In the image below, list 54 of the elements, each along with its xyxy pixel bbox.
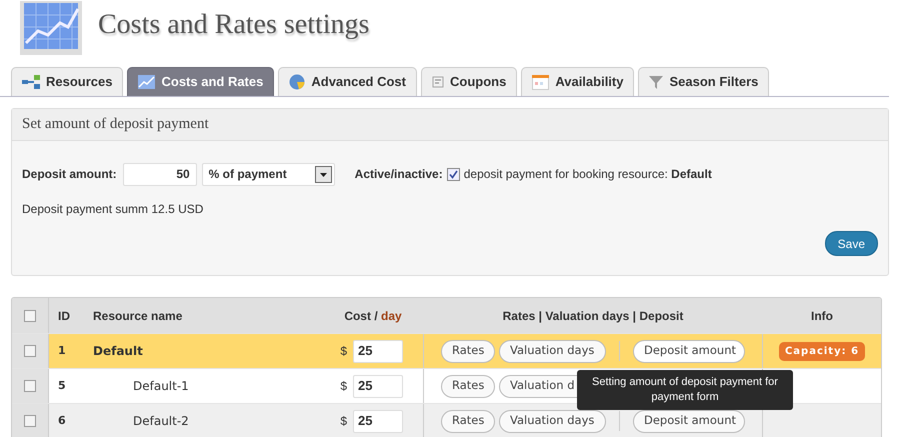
- cost-field[interactable]: 25: [353, 340, 403, 362]
- tab[interactable]: Season Filters: [638, 67, 770, 96]
- line-chart-logo-icon: [20, 1, 82, 55]
- save-button[interactable]: Save: [824, 231, 878, 256]
- pill-button[interactable]: Deposit amount: [633, 410, 745, 432]
- page-title: Costs and Rates settings: [98, 8, 370, 42]
- cost-field[interactable]: 25: [353, 374, 403, 398]
- table-cell-text: 1: [57, 342, 67, 359]
- chart-icon: [138, 75, 156, 89]
- column-header: Info: [810, 308, 834, 324]
- column-header: Resource name: [92, 308, 184, 324]
- pill-button[interactable]: Valuation days: [499, 340, 606, 362]
- funnel-icon: [649, 74, 664, 90]
- deposit-type-dropdown[interactable]: % of payment: [202, 162, 335, 186]
- calendar-icon: [532, 74, 550, 90]
- currency-symbol: $: [340, 413, 347, 430]
- tab[interactable]: Advanced Cost: [278, 67, 417, 96]
- table-cell-text: Default: [92, 343, 144, 360]
- blocks-icon: [22, 75, 40, 89]
- cost-field[interactable]: 25: [353, 410, 403, 432]
- pill-button[interactable]: Rates: [441, 340, 495, 362]
- deposit-summary: Deposit payment summ 12.5 USD: [21, 201, 204, 218]
- column-header: Cost / day: [343, 308, 403, 324]
- ticket-icon: [432, 76, 444, 88]
- deposit-amount-field[interactable]: 50: [122, 162, 197, 186]
- tab[interactable]: Coupons: [421, 67, 518, 96]
- active-checkbox[interactable]: [446, 168, 460, 180]
- check-icon: [448, 170, 458, 178]
- field-label: Active/inactive:: [354, 166, 443, 183]
- tab[interactable]: Availability: [521, 67, 634, 96]
- pill-button[interactable]: Rates: [441, 410, 495, 432]
- tab[interactable]: Costs and Rates: [127, 67, 274, 96]
- row-checkbox[interactable]: [24, 380, 36, 392]
- pill-button[interactable]: Valuation days: [499, 410, 606, 432]
- checkbox-label: deposit payment for booking resource: Default: [464, 166, 712, 183]
- table-cell-text: Default-2: [132, 413, 190, 430]
- capacity-badge: Capacity: 6: [778, 342, 866, 360]
- field-label: Deposit amount:: [22, 166, 117, 183]
- table-cell-text: 6: [57, 412, 67, 429]
- table-cell-text: Default-1: [132, 378, 190, 395]
- tooltip: Setting amount of deposit payment for payment form: [577, 370, 793, 410]
- row-checkbox[interactable]: [24, 345, 36, 357]
- pill-button[interactable]: Deposit amount: [633, 340, 745, 362]
- table-cell-text: 5: [57, 378, 67, 394]
- tab[interactable]: Resources: [11, 67, 124, 96]
- row-checkbox[interactable]: [24, 415, 36, 427]
- row-checkbox[interactable]: [24, 310, 36, 322]
- column-header: ID: [57, 308, 71, 324]
- pill-button[interactable]: Rates: [441, 374, 495, 398]
- currency-symbol: $: [340, 343, 347, 360]
- currency-symbol: $: [340, 378, 347, 395]
- panel-title: Set amount of deposit payment: [22, 115, 209, 134]
- pie-chart-icon: [289, 74, 306, 90]
- column-header: Rates | Valuation days | Deposit: [502, 308, 684, 324]
